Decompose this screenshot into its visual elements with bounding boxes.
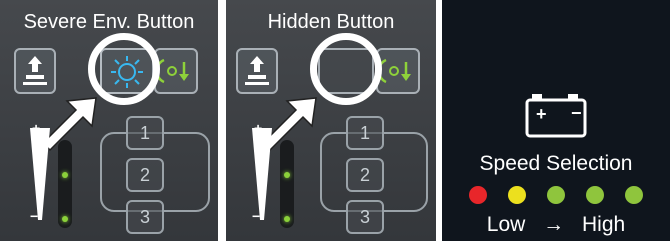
severe-env-panel: Severe Env. Button + − 1 2 3	[0, 0, 218, 241]
slider-plus: +	[254, 120, 263, 136]
speed-selection-label: Speed Selection	[479, 152, 633, 175]
wheel-motion-button[interactable]	[154, 48, 198, 94]
lift-button[interactable]	[236, 48, 278, 94]
speed-slot	[58, 140, 72, 228]
speed-dot-3	[547, 186, 565, 204]
slot-led	[284, 216, 290, 222]
battery-minus: −	[571, 103, 582, 123]
slider-minus: −	[252, 208, 261, 224]
wheel-motion-icon	[378, 58, 411, 84]
speed-dot-4	[586, 186, 604, 204]
panel-caption: Severe Env. Button	[23, 11, 195, 33]
low-label: Low	[486, 213, 526, 236]
speed-selection-panel: + − Speed Selection Low → High	[442, 0, 670, 241]
lift-button[interactable]	[14, 48, 56, 94]
lift-arrow-icon	[23, 56, 47, 85]
wheel-motion-icon	[156, 58, 189, 84]
slot-led	[62, 172, 68, 178]
speed-button-2[interactable]: 2	[346, 158, 384, 192]
slider-minus: −	[30, 208, 39, 224]
speed-button-1[interactable]: 1	[346, 116, 384, 150]
speed-button-1[interactable]: 1	[126, 116, 164, 150]
speed-range: Low → High	[442, 213, 670, 237]
speed-dot-5	[625, 186, 643, 204]
battery-plus: +	[536, 104, 547, 124]
speed-dot-1	[469, 186, 487, 204]
speed-dot-2	[508, 186, 526, 204]
speed-button-3[interactable]: 3	[126, 200, 164, 234]
wheel-motion-button[interactable]	[376, 48, 420, 94]
slot-led	[62, 216, 68, 222]
speed-button-3[interactable]: 3	[346, 200, 384, 234]
range-arrow: →	[543, 213, 565, 236]
speed-button-2[interactable]: 2	[126, 158, 164, 192]
panel-caption: Hidden Button	[267, 11, 395, 33]
hidden-button-panel: Hidden Button + − 1 2 3	[226, 0, 436, 241]
high-label: High	[582, 213, 626, 236]
slot-led	[284, 172, 290, 178]
speed-slot	[280, 140, 294, 228]
lift-arrow-icon	[245, 56, 269, 85]
slider-plus: +	[32, 120, 41, 136]
